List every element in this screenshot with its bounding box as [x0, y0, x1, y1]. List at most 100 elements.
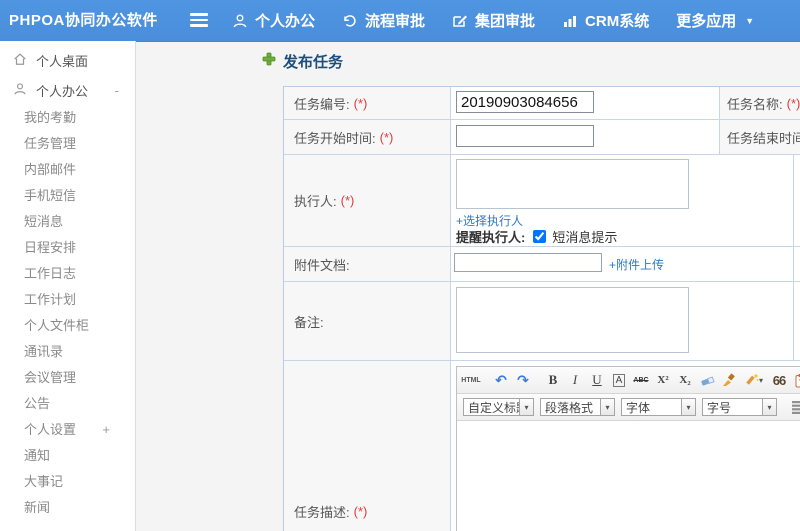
sidebar-item-internal-mail[interactable]: 内部邮件 [0, 157, 135, 183]
page-title-row: 发布任务 [262, 51, 343, 72]
quick-format-button[interactable]: ▾ [741, 370, 767, 390]
sidebar-item-label: 个人桌面 [36, 53, 89, 69]
edit-square-icon [452, 13, 468, 29]
bar-chart-icon [562, 13, 578, 29]
nav-personal-office[interactable]: 个人办公 [232, 10, 315, 31]
form-row-remark: 备注: [284, 282, 800, 361]
font-name-button[interactable]: A [612, 373, 626, 387]
executor-cell: +选择执行人 提醒执行人: 短消息提示 [451, 155, 794, 246]
attachment-label: 附件文档: [284, 247, 451, 281]
sidebar-item-label: 会议管理 [24, 370, 77, 385]
sidebar: 个人桌面 个人办公 - 我的考勤 任务管理 内部邮件 手机短信 短消息 日程安排… [0, 41, 136, 531]
brush-icon [722, 373, 735, 386]
custom-title-select[interactable]: 自定义标题 ▾ [463, 398, 534, 416]
redo-button[interactable]: ↷ [513, 370, 533, 390]
description-cell: HTML ↶ ↷ B I U A ABC X² X₂ ▾ 66 自定义标题 ▾ … [451, 361, 800, 531]
html-source-button[interactable]: HTML [461, 370, 481, 390]
remark-label: 备注: [284, 282, 451, 360]
sidebar-item-announcement[interactable]: 公告 [0, 391, 135, 417]
start-time-input[interactable] [456, 125, 594, 147]
nav-label: CRM系统 [585, 13, 650, 30]
strikethrough-button[interactable]: ABC [631, 370, 651, 390]
remind-executor-label: 提醒执行人: [456, 230, 526, 245]
underline-button[interactable]: U [587, 370, 607, 390]
sidebar-item-short-message[interactable]: 短消息 [0, 209, 135, 235]
sidebar-item-desktop[interactable]: 个人桌面 [0, 45, 135, 75]
sidebar-item-label: 新闻 [24, 500, 51, 515]
paste-text-button[interactable]: T [791, 370, 800, 390]
rich-text-editor: HTML ↶ ↷ B I U A ABC X² X₂ ▾ 66 自定义标题 ▾ … [456, 366, 800, 531]
sidebar-item-schedule[interactable]: 日程安排 [0, 235, 135, 261]
task-no-label: 任务编号: (*) [284, 87, 451, 119]
sidebar-item-attendance[interactable]: 我的考勤 [0, 105, 135, 131]
sidebar-item-personal-office[interactable]: 个人办公 - [0, 75, 135, 105]
sidebar-item-label: 我的考勤 [24, 110, 77, 125]
nav-label: 个人办公 [255, 13, 316, 30]
attachment-upload-link[interactable]: +附件上传 [609, 256, 664, 273]
chevron-down-icon: ▾ [681, 398, 696, 416]
sms-tip-checkbox[interactable] [533, 230, 547, 243]
task-no-input[interactable] [456, 91, 594, 113]
sidebar-item-work-log[interactable]: 工作日志 [0, 261, 135, 287]
executor-textarea[interactable] [456, 159, 689, 209]
eraser-icon [701, 376, 715, 386]
superscript-button[interactable]: X² [653, 370, 673, 390]
nav-label: 更多应用 [676, 13, 737, 30]
menu-toggle-icon[interactable] [190, 13, 208, 28]
top-nav: 个人办公 流程审批 集团审批 CRM系统 更多应用 ▼ [232, 0, 754, 41]
sidebar-item-task-manage[interactable]: 任务管理 [0, 131, 135, 157]
nav-label: 集团审批 [475, 13, 536, 30]
subscript-button[interactable]: X₂ [675, 370, 695, 390]
font-size-select[interactable]: 字号 ▾ [702, 398, 777, 416]
sidebar-item-label: 工作计划 [24, 292, 77, 307]
sidebar-item-meeting[interactable]: 会议管理 [0, 365, 135, 391]
sidebar-item-contacts[interactable]: 通讯录 [0, 339, 135, 365]
undo-button[interactable]: ↶ [491, 370, 511, 390]
expand-icon[interactable]: + [102, 417, 110, 443]
font-family-select[interactable]: 字体 ▾ [621, 398, 696, 416]
editor-content-area[interactable] [457, 421, 800, 531]
sidebar-item-work-plan[interactable]: 工作计划 [0, 287, 135, 313]
sidebar-item-news[interactable]: 新闻 [0, 495, 135, 521]
nav-more-apps[interactable]: 更多应用 ▼ [676, 10, 754, 31]
attachment-input[interactable] [454, 253, 602, 272]
bold-button[interactable]: B [543, 370, 563, 390]
italic-button[interactable]: I [565, 370, 585, 390]
remark-textarea[interactable] [456, 287, 689, 353]
sidebar-item-label: 工作日志 [24, 266, 77, 281]
clipboard-icon: T [795, 373, 800, 387]
format-brush-button[interactable] [719, 370, 739, 390]
collapse-icon[interactable]: - [115, 75, 119, 105]
sidebar-item-sms[interactable]: 手机短信 [0, 183, 135, 209]
editor-toolbar-row2: 自定义标题 ▾ 段落格式 ▾ 字体 ▾ 字号 ▾ [457, 394, 800, 421]
sidebar-item-label: 手机短信 [24, 188, 77, 203]
task-name-label: 任务名称: (*) [720, 87, 800, 119]
chevron-down-icon: ▾ [600, 398, 615, 416]
user-icon [13, 82, 27, 99]
blockquote-button[interactable]: 66 [769, 370, 789, 390]
nav-process-approval[interactable]: 流程审批 [342, 10, 425, 31]
start-time-label: 任务开始时间: (*) [284, 120, 451, 154]
chevron-down-icon: ▾ [519, 398, 534, 416]
nav-label: 流程审批 [365, 13, 426, 30]
form-row-description: 任务描述: (*) HTML ↶ ↷ B I U A ABC X² X₂ ▾ 6… [284, 361, 800, 531]
sidebar-item-file-cabinet[interactable]: 个人文件柜 [0, 313, 135, 339]
align-left-button[interactable] [789, 397, 800, 417]
home-icon [13, 52, 27, 69]
form-row-executor: 执行人: (*) +选择执行人 提醒执行人: 短消息提示 [284, 155, 800, 247]
publish-task-form: 任务编号:(*) 任务名称:(*) 任务开始时间:(*) 任务结束时间:(*) [283, 86, 800, 531]
sidebar-item-label: 大事记 [24, 474, 64, 489]
add-icon [262, 52, 276, 71]
eraser-button[interactable] [697, 370, 717, 390]
sidebar-item-events[interactable]: 大事记 [0, 469, 135, 495]
sidebar-item-label: 公告 [24, 396, 51, 411]
remark-cell [451, 282, 794, 360]
chevron-down-icon: ▼ [745, 15, 755, 26]
nav-crm[interactable]: CRM系统 [562, 10, 649, 31]
nav-group-approval[interactable]: 集团审批 [452, 10, 535, 31]
attachment-cell: +附件上传 [451, 247, 794, 281]
app-logo: PHPOA协同办公软件 [9, 12, 158, 29]
sidebar-item-notice[interactable]: 通知 [0, 443, 135, 469]
paragraph-format-select[interactable]: 段落格式 ▾ [540, 398, 615, 416]
sidebar-item-personal-settings[interactable]: 个人设置 + [0, 417, 135, 443]
